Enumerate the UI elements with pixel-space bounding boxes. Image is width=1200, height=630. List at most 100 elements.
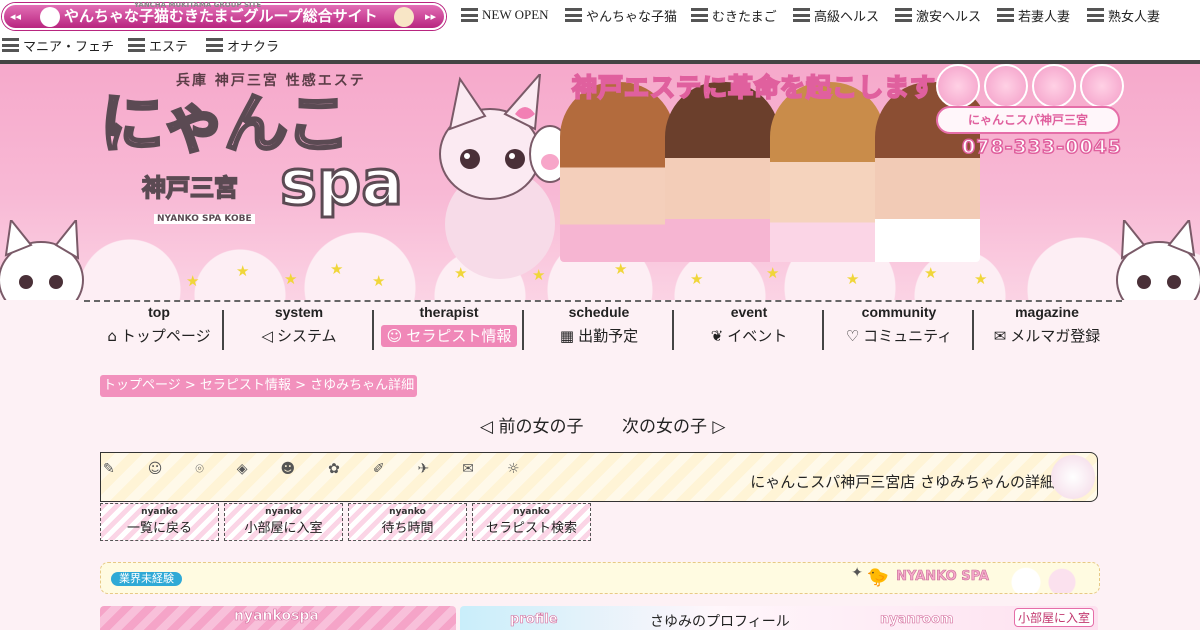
menu-icon	[565, 8, 582, 22]
sub-button-en: nyanko	[389, 507, 426, 517]
nav-top[interactable]: top ⌂ トップページ	[84, 304, 234, 350]
nav-en-label: schedule	[568, 304, 630, 320]
menu-icon	[1087, 8, 1104, 22]
back-to-list-button[interactable]: nyanko 一覧に戻る	[100, 503, 219, 541]
nav-en-label: magazine	[1015, 304, 1079, 320]
site-logo[interactable]: 兵庫 神戸三宮 性感エステ にゃんこ 神戸三宮 spa NYANKO SPA K…	[80, 68, 460, 238]
group-nav-jukujo[interactable]: 熟女人妻	[1087, 6, 1160, 24]
menu-icon	[691, 8, 708, 22]
main-navigation: top ⌂ トップページ system ◁ システム therapist ☺ セラピス…	[84, 300, 1122, 350]
inexperienced-badge: 業界未経験	[111, 572, 182, 586]
wait-time-button[interactable]: nyanko 待ち時間	[348, 503, 467, 541]
sub-button-label: 待ち時間	[381, 521, 434, 536]
double-arrow-left-icon: ◂◂	[10, 10, 22, 23]
star-icon: ★	[330, 260, 344, 278]
breadcrumb-therapist[interactable]: セラピスト情報	[200, 378, 291, 393]
next-girl-link[interactable]: 次の女の子 ▷	[622, 412, 725, 437]
phone-number[interactable]: 078-333-0045	[961, 135, 1122, 159]
profile-panel-header: profile さゆみのプロフィール nyanroom 小部屋に入室	[460, 606, 1098, 630]
menu-icon	[461, 8, 478, 22]
group-nav-yancha[interactable]: やんちゃな子猫	[565, 6, 677, 24]
star-icon: ★	[532, 266, 546, 284]
group-nav-label: 若妻人妻	[1018, 8, 1071, 24]
therapist-search-button[interactable]: nyanko セラピスト検索	[472, 503, 591, 541]
logo-subtitle: 兵庫 神戸三宮 性感エステ	[176, 73, 366, 89]
header-badge-icon[interactable]	[1032, 64, 1076, 108]
header-banner: 兵庫 神戸三宮 性感エステ にゃんこ 神戸三宮 spa NYANKO SPA K…	[0, 64, 1200, 300]
group-site-label: やんちゃな子猫むきたまごグループ総合サイト	[64, 7, 378, 25]
nav-therapist[interactable]: therapist ☺ セラピスト情報	[374, 304, 524, 350]
detail-title: にゃんこスパ神戸三宮店 さゆみちゃんの詳細	[750, 473, 1055, 491]
group-nav-label: 激安ヘルス	[916, 8, 982, 24]
menu-icon	[128, 38, 145, 52]
menu-icon	[895, 8, 912, 22]
star-icon: ★	[846, 270, 860, 288]
nav-jp-label: メルマガ登録	[1010, 327, 1101, 345]
star-icon: ★	[284, 270, 298, 288]
chevron-left-icon: ◁	[480, 417, 499, 437]
nav-system[interactable]: system ◁ システム	[224, 304, 374, 350]
chevron-right-icon: ▷	[707, 417, 726, 437]
header-badge-icon[interactable]	[984, 64, 1028, 108]
nav-event[interactable]: event ❦ イベント	[674, 304, 824, 350]
kitten-icon	[40, 7, 60, 27]
nav-en-label: therapist	[419, 304, 479, 320]
star-icon: ★	[186, 272, 200, 290]
smile-icon: ☺	[386, 327, 403, 345]
breadcrumb-separator: >	[180, 378, 200, 393]
menu-icon	[2, 38, 19, 52]
group-nav-new-open[interactable]: NEW OPEN	[461, 6, 549, 24]
therapist-photo	[560, 82, 675, 262]
sub-button-label: 一覧に戻る	[126, 521, 192, 536]
group-nav-mania[interactable]: マニア・フェチ	[2, 36, 114, 54]
nav-magazine[interactable]: magazine ✉ メルマガ登録	[972, 304, 1122, 350]
enter-room-button[interactable]: nyanko 小部屋に入室	[224, 503, 343, 541]
profile-pager: ◁ 前の女の子 次の女の子 ▷	[480, 410, 740, 437]
group-nav-onakura[interactable]: オナクラ	[206, 36, 279, 54]
group-nav-wakaduma[interactable]: 若妻人妻	[997, 6, 1070, 24]
side-cat-left-icon	[0, 220, 84, 300]
group-nav-label: やんちゃな子猫	[586, 8, 678, 24]
room-en-label: nyanroom	[880, 612, 954, 628]
double-arrow-right-icon: ▸▸	[424, 10, 436, 23]
home-icon: ⌂	[107, 327, 117, 345]
star-icon: ★	[614, 260, 628, 278]
star-icon: ★	[924, 264, 938, 282]
enter-room-link[interactable]: 小部屋に入室	[1013, 608, 1094, 627]
breadcrumb-separator: >	[290, 378, 311, 393]
sub-button-label: 小部屋に入室	[244, 521, 323, 536]
header-badge-icon[interactable]	[936, 64, 980, 108]
nav-en-label: event	[730, 304, 768, 320]
profile-section-header: nyankospa profile さゆみのプロフィール nyanroom 小部…	[100, 606, 1098, 630]
breadcrumb: トップページ > セラピスト情報 > さゆみちゃん詳細	[100, 375, 418, 397]
group-nav-esthe[interactable]: エステ	[128, 36, 188, 54]
mascot-cat-icon	[439, 74, 570, 279]
group-nav-label: NEW OPEN	[482, 7, 549, 22]
speaker-icon: ◁	[261, 327, 273, 345]
breadcrumb-home[interactable]: トップページ	[103, 378, 181, 393]
nav-en-label: top	[148, 304, 170, 320]
group-nav-mukitamago[interactable]: むきたまご	[691, 6, 777, 24]
group-nav-koukyu-health[interactable]: 高級ヘルス	[793, 6, 879, 24]
calendar-icon: ▦	[559, 327, 575, 345]
group-nav-label: オナクラ	[227, 38, 280, 54]
sparkle-icon: ✦	[851, 565, 863, 581]
shop-name-tag: にゃんこスパ神戸三宮	[936, 106, 1120, 134]
therapist-photo-collage	[560, 82, 980, 262]
nav-jp-label: システム	[276, 327, 337, 345]
egg-girl-icon	[394, 7, 414, 27]
sub-button-en: nyanko	[265, 507, 302, 517]
header-badge-icon[interactable]	[1080, 64, 1124, 108]
prev-girl-link[interactable]: ◁ 前の女の子	[480, 412, 583, 437]
group-site-link[interactable]: ◂◂ YANCHA MUKITAMA GROUP SITE やんちゃな子猫むきた…	[2, 1, 446, 30]
group-nav-label: エステ	[149, 38, 189, 54]
chick-icon: 🐤	[866, 567, 889, 588]
nav-schedule[interactable]: schedule ▦ 出勤予定	[524, 304, 674, 350]
group-nav-gekiyasu-health[interactable]: 激安ヘルス	[895, 6, 981, 24]
next-girl-label: 次の女の子	[622, 417, 707, 437]
group-nav-label: 高級ヘルス	[814, 8, 880, 24]
profile-title: さゆみのプロフィール	[650, 614, 790, 630]
star-icon: ★	[372, 272, 386, 290]
nav-community[interactable]: community ♡ コミュニティ	[824, 304, 974, 350]
leaf-icon: ❦	[710, 327, 724, 345]
